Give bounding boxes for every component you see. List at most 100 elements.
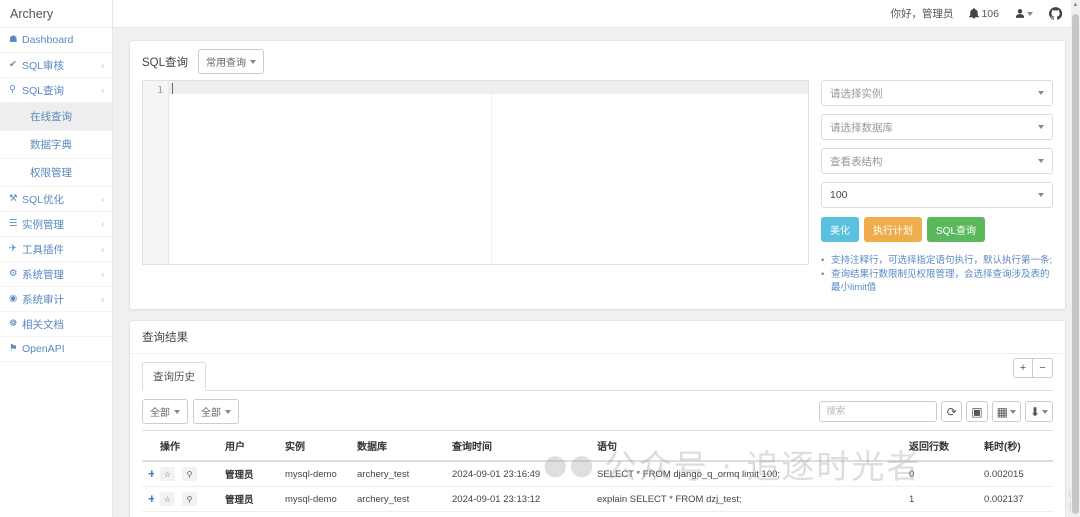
column-header-elapsed[interactable]: 耗时(秒) (978, 430, 1053, 462)
sidebar-subitem-label: 在线查询 (30, 111, 72, 123)
inspect-icon[interactable]: ⚲ (182, 467, 197, 481)
topbar: 你好，管理员 106 (113, 0, 1080, 28)
cell-query-time: 2024-09-01 23:13:06 (446, 511, 591, 517)
sidebar-subitem-label: 数据字典 (30, 139, 72, 151)
sidebar-item-label: Dashboard (22, 34, 74, 46)
sql-tip: 支持注释行，可选择指定语句执行，默认执行第一条; (821, 254, 1053, 267)
sql-panel-title: SQL查询 (142, 56, 189, 69)
column-header-database[interactable]: 数据库 (351, 430, 446, 462)
table-row[interactable]: + ☆ ⚲ 管理员 mysql-demo archery_test (142, 461, 1053, 487)
common-query-label: 常用查询 (206, 58, 247, 69)
export-button[interactable]: ⬇ (1024, 401, 1053, 422)
table-structure-select[interactable]: 查看表结构 (821, 148, 1053, 174)
scroll-thumb[interactable] (1072, 14, 1079, 514)
collapse-button[interactable]: − (1033, 358, 1053, 378)
search-input[interactable] (819, 401, 938, 422)
row-expand-cell[interactable]: + (142, 511, 154, 517)
scroll-up-arrow[interactable]: ▲ (1072, 2, 1079, 8)
filter-dropdown-2[interactable]: 全部 (193, 399, 239, 424)
database-select-value: 请选择数据库 (830, 121, 893, 134)
cell-database: archery_test (351, 461, 446, 487)
cell-elapsed: 0.002015 (978, 461, 1053, 487)
notification-button[interactable]: 106 (969, 8, 999, 20)
sidebar-subitem-permission[interactable]: 权限管理 (0, 159, 112, 187)
run-sql-button[interactable]: SQL查询 (927, 217, 986, 242)
row-action-cell[interactable]: ☆ ⚲ (154, 486, 219, 512)
sql-panel-header: SQL查询 常用查询 (130, 41, 1065, 80)
user-menu-button[interactable] (1015, 8, 1033, 19)
editor-code-area[interactable] (169, 81, 808, 264)
sidebar-item-openapi[interactable]: ⚑ OpenAPI (0, 337, 112, 362)
table-row[interactable]: + ☆ ⚲ 管理员 mysql-demo archery_test (142, 486, 1053, 512)
row-action-cell[interactable]: ☆ ⚲ (154, 461, 219, 487)
row-expand-cell[interactable]: + (142, 486, 154, 512)
column-header-row-count[interactable]: 返回行数 (903, 430, 978, 462)
sidebar-item-system-audit[interactable]: ◉ 系统审计 ‹ (0, 287, 112, 312)
editor-gutter: 1 (143, 81, 169, 264)
sidebar-item-instance-management[interactable]: ☰ 实例管理 ‹ (0, 212, 112, 237)
archery-app: Archery ☗ Dashboard ✔ SQL审核 ‹ ⚲ SQL查询 ‹ … (0, 0, 1080, 517)
search-icon: ⚲ (9, 84, 16, 96)
cell-query-time: 2024-09-01 23:16:49 (446, 461, 591, 487)
bell-icon (969, 8, 980, 19)
filter-dropdown-1[interactable]: 全部 (142, 399, 188, 424)
chevron-down-icon (174, 409, 180, 414)
sidebar-item-sql-audit[interactable]: ✔ SQL审核 ‹ (0, 53, 112, 78)
inspect-icon[interactable]: ⚲ (182, 492, 197, 506)
favorite-icon[interactable]: ☆ (160, 492, 175, 506)
chevron-down-icon (1038, 91, 1044, 95)
expand-button[interactable]: + (1013, 358, 1033, 378)
database-select[interactable]: 请选择数据库 (821, 114, 1053, 140)
refresh-button[interactable]: ⟳ (941, 401, 963, 422)
column-header-instance[interactable]: 实例 (279, 430, 351, 462)
common-query-dropdown[interactable]: 常用查询 (198, 49, 265, 74)
cell-elapsed: 0.003288 (978, 511, 1053, 517)
column-header-action[interactable]: 操作 (154, 430, 219, 462)
columns-button[interactable]: ▦ (991, 401, 1021, 422)
wrench-icon: ⚒ (9, 193, 18, 205)
table-row[interactable]: + ☆ ⚲ 管理员 mysql-demo archery_test (142, 511, 1053, 517)
cell-instance: mysql-demo (279, 461, 351, 487)
github-link[interactable] (1049, 7, 1062, 20)
explain-plan-button[interactable]: 执行计划 (864, 217, 922, 242)
editor-line-number: 1 (157, 85, 163, 96)
cell-instance: mysql-demo (279, 486, 351, 512)
sidebar-item-label: 系统管理 (22, 268, 64, 281)
sidebar-item-sql-optimize[interactable]: ⚒ SQL优化 ‹ (0, 187, 112, 212)
sidebar-item-system-management[interactable]: ⚙ 系统管理 ‹ (0, 262, 112, 287)
sidebar-item-label: OpenAPI (22, 343, 65, 355)
column-header-query-time[interactable]: 查询时间 (446, 430, 591, 462)
favorite-icon[interactable]: ☆ (160, 467, 175, 481)
refresh-icon: ⟳ (946, 404, 957, 419)
sidebar-subitem-online-query[interactable]: 在线查询 (0, 103, 112, 131)
query-history-table: 操作 用户 实例 数据库 查询时间 语句 返回行数 耗时(秒) ☆ ⚲ 管理员 … (142, 430, 1053, 517)
user-icon (1015, 9, 1025, 18)
chevron-left-icon: ‹ (101, 60, 104, 70)
format-sql-button[interactable]: 美化 (821, 217, 859, 242)
database-icon: ☰ (9, 218, 18, 230)
sidebar-item-dashboard[interactable]: ☗ Dashboard (0, 28, 112, 53)
sql-editor[interactable]: 1 (142, 80, 809, 265)
limit-select[interactable]: 100 (821, 182, 1053, 208)
sql-options-column: 请选择实例 请选择数据库 查看表结构 100 美化 执行计划 SQL查询 • 支… (821, 80, 1053, 295)
fullscreen-icon: ▣ (971, 404, 983, 419)
instance-select-value: 请选择实例 (830, 87, 883, 100)
sidebar-item-documents[interactable]: ☸ 相关文档 (0, 312, 112, 337)
chevron-down-icon (1027, 11, 1033, 16)
page-scrollbar[interactable]: ▲ (1071, 0, 1080, 517)
sitemap-icon: ☸ (9, 318, 18, 330)
fullscreen-button[interactable]: ▣ (966, 401, 988, 422)
column-header-statement[interactable]: 语句 (591, 430, 903, 462)
instance-select[interactable]: 请选择实例 (821, 80, 1053, 106)
sql-tip: 查询结果行数限制见权限管理，会选择查询涉及表的最小limit值 (821, 268, 1053, 294)
sidebar-item-sql-query[interactable]: ⚲ SQL查询 ‹ (0, 78, 112, 103)
tab-query-history[interactable]: 查询历史 (142, 362, 206, 391)
column-header-select (142, 430, 154, 462)
row-action-cell[interactable]: ☆ ⚲ (154, 511, 219, 517)
sql-panel-body: 1 请选择实例 请选择数据库 查看表结构 100 美化 执行计划 SQL查询 •… (130, 80, 1065, 309)
column-header-user[interactable]: 用户 (219, 430, 279, 462)
sidebar-subitem-data-dictionary[interactable]: 数据字典 (0, 131, 112, 159)
gear-icon: ⚙ (9, 268, 18, 280)
sidebar-item-tools-plugins[interactable]: ✈ 工具插件 ‹ (0, 237, 112, 262)
row-expand-cell[interactable]: + (142, 461, 154, 487)
